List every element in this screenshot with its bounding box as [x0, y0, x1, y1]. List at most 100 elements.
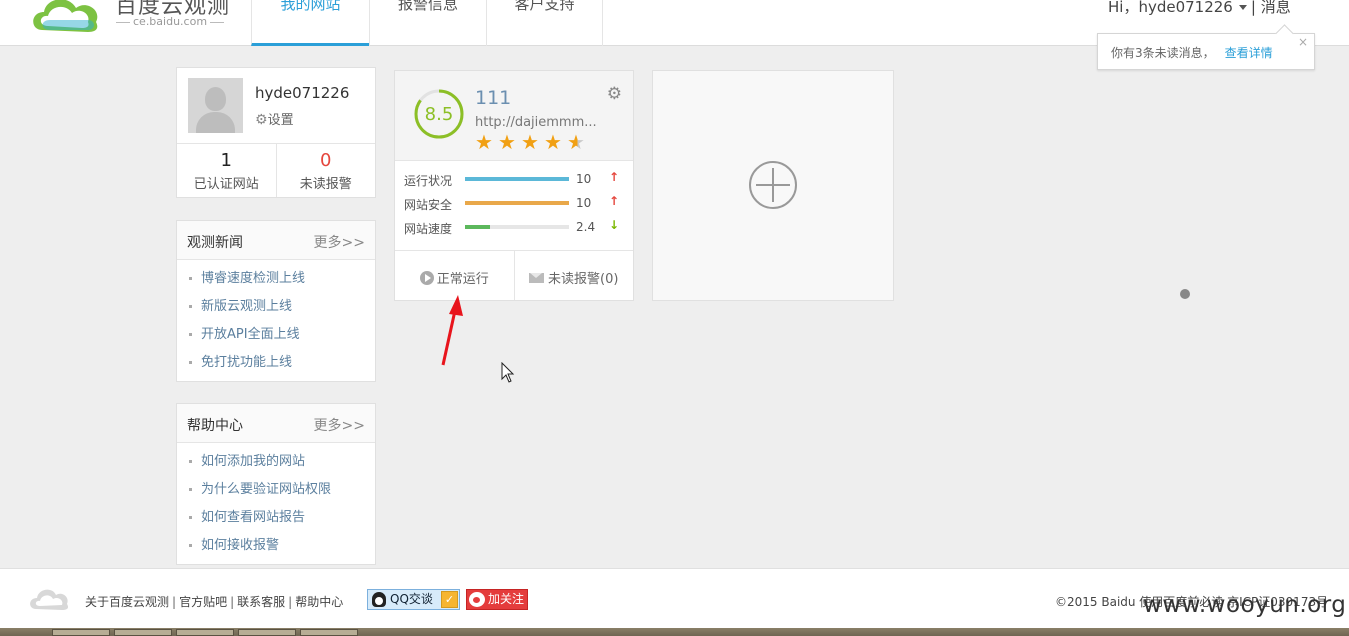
- help-item[interactable]: 如何查看网站报告: [177, 504, 375, 532]
- news-item[interactable]: 博睿速度检测上线: [177, 265, 375, 293]
- check-icon: ✓: [441, 591, 458, 608]
- taskbar-button[interactable]: [300, 629, 358, 636]
- news-item[interactable]: 新版云观测上线: [177, 293, 375, 321]
- star-icon: ★: [544, 130, 562, 154]
- status-label: 正常运行: [436, 272, 489, 287]
- help-title: 帮助中心: [187, 418, 243, 434]
- main-nav: 我的网站 报警信息 客户支持: [251, 0, 603, 46]
- play-icon: [419, 271, 434, 285]
- unread-alerts-button[interactable]: 未读报警(0): [513, 251, 634, 300]
- site-card-header: 8.5 111 http://dajiemmm... ★ ★ ★ ★ ★ ⚙: [395, 71, 633, 161]
- qq-chat-button[interactable]: QQ交谈 ✓: [367, 589, 460, 610]
- help-panel: 帮助中心 更多>> 如何添加我的网站 为什么要验证网站权限 如何查看网站报告 如…: [176, 403, 376, 565]
- nav-alerts[interactable]: 报警信息: [369, 0, 486, 46]
- unread-messages-tooltip: 你有3条未读消息， 查看详情 ×: [1097, 33, 1315, 70]
- avatar[interactable]: [188, 78, 243, 133]
- weibo-follow-button[interactable]: 加关注: [466, 589, 528, 610]
- qq-penguin-icon: [372, 592, 386, 607]
- help-item[interactable]: 如何接收报警: [177, 532, 375, 560]
- tooltip-text: 你有3条未读消息，: [1111, 46, 1215, 60]
- site-score: 8.5: [424, 104, 454, 125]
- help-more-link[interactable]: 更多>>: [314, 415, 365, 435]
- loading-dot: [1180, 289, 1190, 299]
- user-menu: Hi，hyde071226 | 消息: [1108, 0, 1291, 17]
- site-url[interactable]: http://dajiemmm...: [475, 115, 597, 130]
- gear-icon: ⚙: [255, 112, 268, 128]
- metric-bar: [465, 201, 569, 205]
- footer-link-contact[interactable]: 联系客服: [237, 595, 285, 609]
- qq-chat-label: QQ交谈: [390, 592, 433, 606]
- unread-alerts-label: 未读报警(0): [548, 272, 619, 287]
- news-header: 观测新闻 更多>>: [177, 221, 375, 260]
- footer-link-tieba[interactable]: 官方贴吧: [179, 595, 227, 609]
- weibo-follow-label: 加关注: [488, 592, 525, 606]
- help-item[interactable]: 如何添加我的网站: [177, 448, 375, 476]
- settings-link[interactable]: ⚙设置: [255, 109, 294, 128]
- taskbar-button[interactable]: [114, 629, 172, 636]
- news-item[interactable]: 开放API全面上线: [177, 321, 375, 349]
- weibo-icon: [469, 592, 485, 607]
- arrow-down-icon: ↓: [609, 218, 620, 232]
- news-list: 博睿速度检测上线 新版云观测上线 开放API全面上线 免打扰功能上线: [177, 260, 375, 377]
- metric-bar-fill: [465, 177, 569, 181]
- baidu-cloud-logo[interactable]: [28, 0, 108, 34]
- user-greeting[interactable]: Hi，hyde071226: [1108, 0, 1233, 16]
- profile-panel: hyde071226 ⚙设置 1 已认证网站 0 未读报警: [176, 67, 376, 198]
- red-annotation-arrow: [441, 295, 463, 366]
- close-icon[interactable]: ×: [1298, 35, 1308, 49]
- help-list: 如何添加我的网站 为什么要验证网站权限 如何查看网站报告 如何接收报警: [177, 443, 375, 560]
- metric-speed[interactable]: 网站速度 2.4 ↓: [395, 215, 633, 239]
- verified-sites-label: 已认证网站: [193, 177, 259, 192]
- metric-value: 10: [576, 196, 592, 210]
- view-details-link[interactable]: 查看详情: [1225, 46, 1273, 60]
- separator: |: [172, 595, 177, 609]
- metric-label: 运行状况: [404, 174, 453, 188]
- separator: |: [1250, 0, 1256, 16]
- footer-link-about[interactable]: 关于百度云观测: [85, 595, 169, 609]
- help-header: 帮助中心 更多>>: [177, 404, 375, 443]
- avatar-head-shape: [205, 87, 226, 111]
- metric-label: 网站速度: [404, 222, 453, 236]
- footer-link-help[interactable]: 帮助中心: [295, 595, 343, 609]
- verified-sites-count: 1: [220, 150, 232, 171]
- messages-link[interactable]: 消息: [1261, 0, 1291, 16]
- news-item[interactable]: 免打扰功能上线: [177, 349, 375, 377]
- news-title: 观测新闻: [187, 235, 243, 251]
- nav-support[interactable]: 客户支持: [486, 0, 603, 46]
- add-site-card[interactable]: [652, 70, 894, 301]
- avatar-body-shape: [196, 112, 235, 133]
- unread-alerts-stat[interactable]: 0 未读报警: [275, 144, 376, 197]
- metric-health[interactable]: 运行状况 10 ↑: [395, 167, 633, 191]
- watermark: www.wooyun.org: [1143, 592, 1347, 618]
- footer-cloud-logo: [30, 589, 69, 610]
- arrow-up-icon: ↑: [609, 170, 620, 184]
- nav-my-sites[interactable]: 我的网站: [251, 0, 369, 46]
- chevron-down-icon[interactable]: [1238, 5, 1247, 10]
- metric-bar: [465, 225, 569, 229]
- site-metrics: 运行状况 10 ↑ 网站安全 10 ↑ 网站速度 2.4 ↓: [395, 161, 633, 239]
- half-star-icon: ★: [567, 132, 588, 152]
- taskbar-button[interactable]: [176, 629, 234, 636]
- brand-domain: ce.baidu.com: [113, 15, 227, 28]
- unread-alerts-count: 0: [320, 150, 332, 171]
- star-icon: ★: [498, 130, 516, 154]
- site-rating: ★ ★ ★ ★ ★: [475, 132, 588, 152]
- star-icon: ★: [475, 130, 493, 154]
- news-more-link[interactable]: 更多>>: [314, 232, 365, 252]
- help-item[interactable]: 为什么要验证网站权限: [177, 476, 375, 504]
- star-icon: ★: [521, 130, 539, 154]
- arrow-up-icon: ↑: [609, 194, 620, 208]
- separator: |: [230, 595, 235, 609]
- verified-sites-stat[interactable]: 1 已认证网站: [177, 144, 276, 197]
- site-name[interactable]: 111: [475, 87, 511, 109]
- metric-value: 2.4: [576, 220, 596, 234]
- gear-icon[interactable]: ⚙: [607, 84, 622, 104]
- site-card: 8.5 111 http://dajiemmm... ★ ★ ★ ★ ★ ⚙ 运…: [394, 70, 634, 301]
- taskbar-button[interactable]: [52, 629, 110, 636]
- profile-stats: 1 已认证网站 0 未读报警: [177, 143, 375, 197]
- metric-bar-fill: [465, 201, 569, 205]
- metric-security[interactable]: 网站安全 10 ↑: [395, 191, 633, 215]
- add-icon[interactable]: [749, 161, 797, 209]
- taskbar-button[interactable]: [238, 629, 296, 636]
- separator: |: [288, 595, 293, 609]
